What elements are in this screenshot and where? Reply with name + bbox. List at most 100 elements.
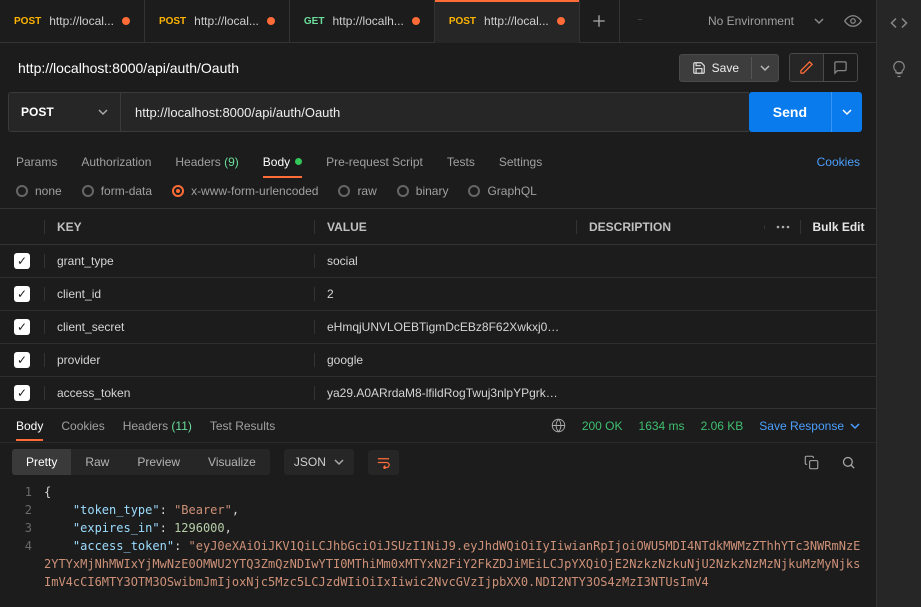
resptab-headers[interactable]: Headers (11) <box>123 413 192 439</box>
copy-icon[interactable] <box>804 455 819 470</box>
save-response-button[interactable]: Save Response <box>759 419 860 433</box>
save-button[interactable]: Save <box>679 54 779 82</box>
radio-icon <box>338 185 350 197</box>
send-dropdown[interactable] <box>831 92 862 132</box>
request-titlebar: http://localhost:8000/api/auth/Oauth Sav… <box>0 43 876 92</box>
table-row[interactable]: ✓ client_id 2 <box>0 278 876 311</box>
subtab-params[interactable]: Params <box>16 147 57 177</box>
bodytype-none[interactable]: none <box>16 184 62 198</box>
cell-key[interactable]: access_token <box>44 386 314 400</box>
bulb-icon[interactable] <box>890 60 908 78</box>
tab-method: POST <box>14 16 41 27</box>
subtab-headers[interactable]: Headers (9) <box>175 147 238 177</box>
bodytype-graphql[interactable]: GraphQL <box>468 184 536 198</box>
cell-value[interactable]: google <box>314 353 576 367</box>
form-table: KEY VALUE DESCRIPTION Bulk Edit ✓ grant_… <box>0 208 876 408</box>
view-preview[interactable]: Preview <box>123 449 194 475</box>
cell-key[interactable]: client_id <box>44 287 314 301</box>
checkbox-icon[interactable]: ✓ <box>14 352 30 368</box>
json-line: { <box>44 483 876 501</box>
view-segmented: Pretty Raw Preview Visualize <box>12 449 270 475</box>
eye-icon[interactable] <box>844 12 862 30</box>
radio-icon <box>16 185 28 197</box>
wrap-lines-button[interactable] <box>368 450 399 475</box>
tab-2[interactable]: GET http://localh... <box>290 0 435 43</box>
table-row[interactable]: ✓ access_token ya29.A0ARrdaM8-lfildRogTw… <box>0 377 876 408</box>
json-line: "access_token": "eyJ0eXAiOiJKV1QiLCJhbGc… <box>44 537 876 591</box>
col-value: VALUE <box>314 220 576 234</box>
request-subtabs: Params Authorization Headers (9) Body Pr… <box>0 144 876 180</box>
subtab-prerequest[interactable]: Pre-request Script <box>326 147 423 177</box>
checkbox-icon[interactable]: ✓ <box>14 286 30 302</box>
tab-0[interactable]: POST http://local... <box>0 0 145 43</box>
cell-key[interactable]: grant_type <box>44 254 314 268</box>
subtab-tests[interactable]: Tests <box>447 147 475 177</box>
dirty-dot-icon <box>267 17 275 25</box>
view-visualize[interactable]: Visualize <box>194 449 270 475</box>
cell-value[interactable]: ya29.A0ARrdaM8-lfildRogTwuj3nlpYPgrkDE..… <box>314 386 576 400</box>
response-status: 200 OK <box>582 419 623 433</box>
cell-key[interactable]: provider <box>44 353 314 367</box>
globe-icon[interactable] <box>551 418 566 433</box>
tab-label: http://localh... <box>332 14 403 28</box>
cell-value[interactable]: eHmqjUNVLOEBTigmDcEBz8F62Xwkxj0kP... <box>314 320 576 334</box>
body-type-row: none form-data x-www-form-urlencoded raw… <box>0 180 876 208</box>
radio-icon <box>468 185 480 197</box>
tab-method: POST <box>449 16 476 27</box>
subtab-body[interactable]: Body <box>263 147 302 177</box>
checkbox-icon[interactable]: ✓ <box>14 385 30 401</box>
url-row: POST Send <box>0 92 876 144</box>
send-label: Send <box>773 104 807 120</box>
save-dropdown[interactable] <box>751 57 778 79</box>
col-description: DESCRIPTION <box>576 220 764 234</box>
tab-method: GET <box>304 16 325 27</box>
subtab-authorization[interactable]: Authorization <box>81 147 151 177</box>
send-button[interactable]: Send <box>749 92 862 132</box>
resptab-cookies[interactable]: Cookies <box>61 413 104 439</box>
table-row[interactable]: ✓ grant_type social <box>0 245 876 278</box>
cell-value[interactable]: 2 <box>314 287 576 301</box>
tab-bar: POST http://local... POST http://local..… <box>0 0 876 43</box>
tab-label: http://local... <box>484 14 549 28</box>
bulk-edit-button[interactable]: Bulk Edit <box>800 220 876 234</box>
view-pretty[interactable]: Pretty <box>12 449 71 475</box>
tab-3-active[interactable]: POST http://local... <box>435 0 580 43</box>
search-icon[interactable] <box>841 455 856 470</box>
method-selector[interactable]: POST <box>8 92 120 132</box>
comments-icon[interactable] <box>823 54 857 81</box>
format-selector[interactable]: JSON <box>284 449 354 475</box>
environment-selector[interactable]: No Environment <box>694 0 876 43</box>
col-options-button[interactable] <box>764 225 800 229</box>
code-icon[interactable] <box>890 14 908 32</box>
tab-1[interactable]: POST http://local... <box>145 0 290 43</box>
new-tab-button[interactable] <box>580 0 620 43</box>
tab-method: POST <box>159 16 186 27</box>
tab-overflow-button[interactable] <box>620 19 660 23</box>
dirty-dot-icon <box>412 17 420 25</box>
response-body[interactable]: 1{ 2 "token_type": "Bearer", 3 "expires_… <box>0 481 876 607</box>
col-key: KEY <box>44 220 314 234</box>
bodytype-raw[interactable]: raw <box>338 184 376 198</box>
cell-value[interactable]: social <box>314 254 576 268</box>
edit-icon[interactable] <box>790 54 823 81</box>
save-label: Save <box>712 61 739 75</box>
subtab-settings[interactable]: Settings <box>499 147 542 177</box>
cell-key[interactable]: client_secret <box>44 320 314 334</box>
response-bar: Body Cookies Headers (11) Test Results 2… <box>0 408 876 442</box>
table-row[interactable]: ✓ client_secret eHmqjUNVLOEBTigmDcEBz8F6… <box>0 311 876 344</box>
bodytype-xwww[interactable]: x-www-form-urlencoded <box>172 184 318 198</box>
url-input[interactable] <box>120 92 749 132</box>
radio-icon <box>82 185 94 197</box>
radio-icon <box>172 185 184 197</box>
table-head: KEY VALUE DESCRIPTION Bulk Edit <box>0 209 876 245</box>
checkbox-icon[interactable]: ✓ <box>14 319 30 335</box>
checkbox-icon[interactable]: ✓ <box>14 253 30 269</box>
table-row[interactable]: ✓ provider google <box>0 344 876 377</box>
bodytype-formdata[interactable]: form-data <box>82 184 152 198</box>
bodytype-binary[interactable]: binary <box>397 184 449 198</box>
resptab-body[interactable]: Body <box>16 413 43 439</box>
method-value: POST <box>21 105 54 119</box>
resptab-testresults[interactable]: Test Results <box>210 413 275 439</box>
view-raw[interactable]: Raw <box>71 449 123 475</box>
cookies-link[interactable]: Cookies <box>817 155 860 169</box>
